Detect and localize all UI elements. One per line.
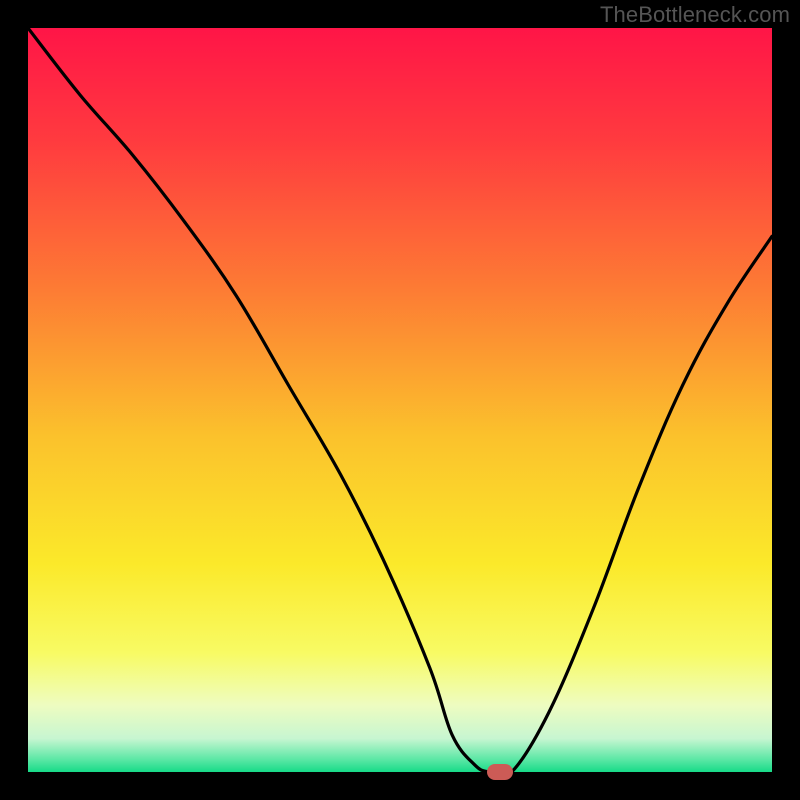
watermark-text: TheBottleneck.com bbox=[600, 2, 790, 28]
chart-frame: TheBottleneck.com bbox=[0, 0, 800, 800]
chart-background-gradient bbox=[28, 28, 772, 772]
chart-svg bbox=[28, 28, 772, 772]
optimal-point-marker bbox=[487, 764, 513, 780]
chart-plot-area bbox=[28, 28, 772, 772]
